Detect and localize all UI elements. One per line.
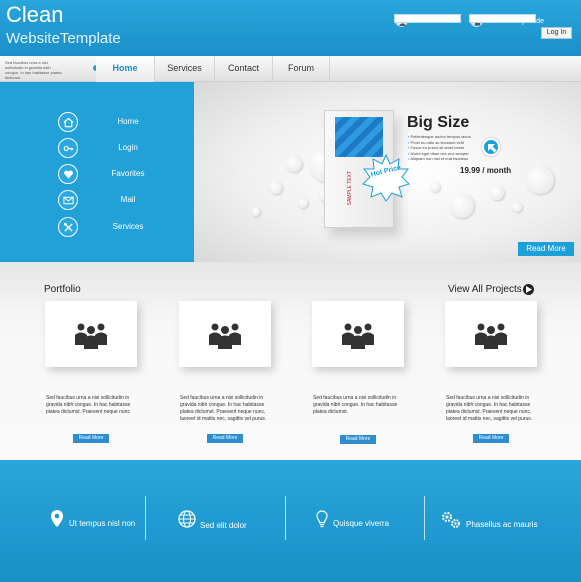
sidebar-item-label: Login xyxy=(118,143,138,152)
portfolio-read-more-button[interactable]: Read More xyxy=(473,434,509,443)
gears-icon xyxy=(442,512,460,528)
hero-bullet: Fusce eu purus sit amet lorem xyxy=(408,145,471,151)
portfolio-section: Portfolio View All Projects Sed faucibus… xyxy=(0,262,581,460)
portfolio-card[interactable] xyxy=(312,301,404,367)
site-header: Clean WebsiteTemplate Personal ID Securi… xyxy=(0,0,581,56)
product-box-ribbon xyxy=(335,117,383,157)
globe-icon xyxy=(178,510,196,528)
hero-bullet-list: Pellentesque auctor tempus lacus Proin e… xyxy=(408,134,471,162)
sidebar-item-label: Services xyxy=(112,222,144,231)
portfolio-card-text: Sed faucibus urna a nisi sollicitudin in… xyxy=(46,395,131,415)
team-icon xyxy=(342,323,374,349)
personal-id-input[interactable] xyxy=(394,14,461,23)
footer-divider xyxy=(285,496,286,540)
footer-item-idea[interactable]: Quisque viverra xyxy=(316,510,406,530)
security-code-input[interactable] xyxy=(469,14,536,23)
decorative-bubble xyxy=(512,202,522,212)
portfolio-card-text: Sed faucibus urna a nisi sollicitudin in… xyxy=(313,395,398,415)
sidebar: Home Login Favorites Mail Services xyxy=(0,82,194,262)
hero-bullet: Aliquam non nisi et erat faucibus xyxy=(408,156,471,162)
logo-title: Clean xyxy=(6,2,64,27)
footer-item-label: Sed elit dolor xyxy=(200,521,247,530)
portfolio-read-more-button[interactable]: Read More xyxy=(207,434,243,443)
portfolio-card[interactable] xyxy=(45,301,137,367)
footer-item-label: Phasellus ac mauris xyxy=(466,520,538,529)
team-icon xyxy=(475,323,507,349)
decorative-bubble xyxy=(252,208,260,216)
sidebar-item-home[interactable]: Home xyxy=(58,112,188,134)
decorative-bubble xyxy=(430,182,440,192)
decorative-bubble xyxy=(526,166,554,194)
hero-arrow-button[interactable] xyxy=(482,138,500,156)
hero-price: 19.99 / month xyxy=(460,166,512,175)
team-icon xyxy=(209,323,241,349)
hero-heading: Big Size xyxy=(407,114,470,131)
play-circle-icon[interactable] xyxy=(523,284,534,295)
footer-item-label: Ut tempus nisl non xyxy=(69,519,136,528)
main-nav: Sed faucibus urna a nisi sollicitudin in… xyxy=(0,56,581,82)
sidebar-item-mail[interactable]: Mail xyxy=(58,190,188,212)
portfolio-card[interactable] xyxy=(445,301,537,367)
nav-item-home[interactable]: Home xyxy=(96,56,154,82)
footer-item-location[interactable]: Ut tempus nisl non xyxy=(50,510,145,530)
nav-blurb: Sed faucibus urna a nisi sollicitudin in… xyxy=(5,60,62,80)
site-footer: Ut tempus nisl non Sed elit dolor Quisqu… xyxy=(0,460,581,582)
sidebar-item-label: Home xyxy=(117,117,139,126)
decorative-bubble xyxy=(298,198,308,208)
product-box-label: SAMPLE TEXT xyxy=(347,171,353,206)
nav-item-contact[interactable]: Contact xyxy=(214,56,272,82)
heart-icon xyxy=(58,164,78,184)
location-pin-icon xyxy=(51,510,63,527)
decorative-bubble xyxy=(286,156,302,172)
portfolio-read-more-button[interactable]: Read More xyxy=(340,435,376,444)
portfolio-card-text: Sed faucibus urna a nisi sollicitudin in… xyxy=(180,395,267,422)
key-icon xyxy=(58,138,78,158)
hero-banner: SAMPLE TEXT Hot Price Big Size Pellentes… xyxy=(194,82,581,262)
logo-subtitle: WebsiteTemplate xyxy=(6,30,121,47)
footer-item-settings[interactable]: Phasellus ac mauris xyxy=(440,510,560,530)
home-icon xyxy=(58,112,78,132)
sidebar-item-label: Favorites xyxy=(111,169,145,178)
decorative-bubble xyxy=(490,186,504,200)
portfolio-card-text: Sed faucibus urna a nisi sollicitudin in… xyxy=(446,395,533,422)
footer-divider xyxy=(424,496,425,540)
footer-item-label: Quisque viverra xyxy=(333,519,390,528)
team-icon xyxy=(75,323,107,349)
nav-item-services[interactable]: Services xyxy=(154,56,214,82)
sidebar-item-login[interactable]: Login xyxy=(58,138,188,160)
portfolio-card[interactable] xyxy=(179,301,271,367)
sidebar-item-label: Mail xyxy=(120,195,136,204)
decorative-bubble xyxy=(450,194,474,218)
hero-read-more-button[interactable]: Read More xyxy=(518,242,574,256)
decorative-bubble xyxy=(270,182,282,194)
view-all-projects-link[interactable]: View All Projects xyxy=(448,284,522,295)
portfolio-read-more-button[interactable]: Read More xyxy=(73,434,109,443)
nav-item-forum[interactable]: Forum xyxy=(272,56,330,82)
footer-item-globe[interactable]: Sed elit dolor xyxy=(178,510,268,530)
footer-divider xyxy=(145,496,146,540)
portfolio-title: Portfolio xyxy=(44,284,81,295)
tools-icon xyxy=(58,217,78,237)
login-button[interactable]: Log In xyxy=(541,27,572,39)
arrow-up-left-icon xyxy=(488,144,497,153)
sidebar-item-services[interactable]: Services xyxy=(58,217,188,239)
mail-icon xyxy=(58,190,78,210)
hot-price-badge: Hot Price xyxy=(362,153,410,202)
lightbulb-icon xyxy=(316,510,328,528)
hero-bullet: Pellentesque auctor tempus lacus xyxy=(408,134,471,140)
sidebar-item-favorites[interactable]: Favorites xyxy=(58,164,188,186)
